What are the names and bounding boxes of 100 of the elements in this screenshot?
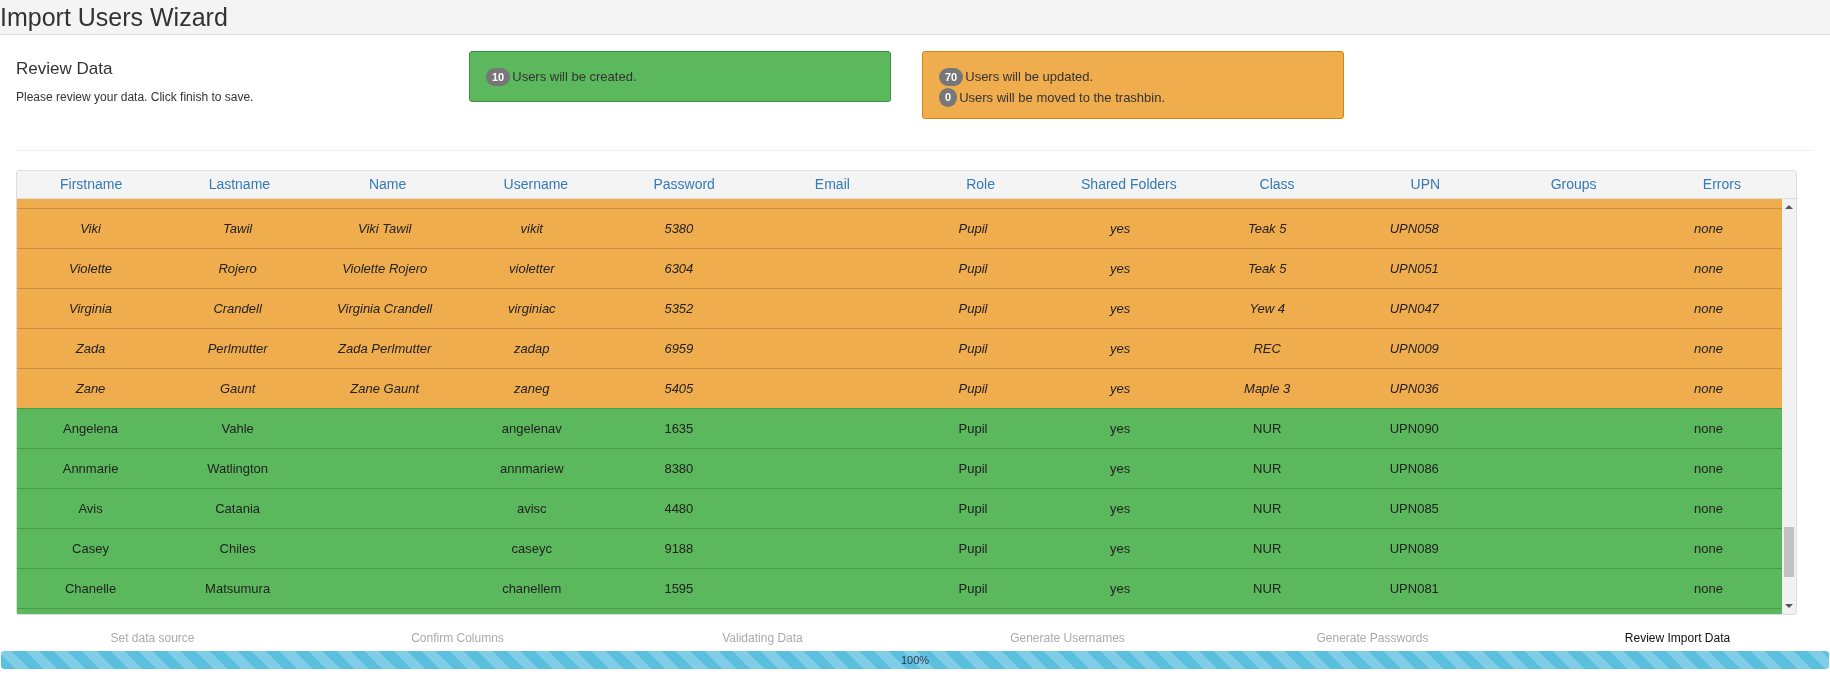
table-cell-text: UPN085: [1389, 499, 1439, 518]
table-cell-text: 5405: [664, 379, 694, 398]
table-cell-text: 1595: [664, 579, 694, 598]
table-cell-text: 1635: [664, 419, 694, 438]
section-title: Review Data: [16, 58, 114, 80]
table-cell-text: 6959: [664, 339, 694, 358]
table-cell-text: Virginia: [68, 299, 113, 318]
table-cell-text: 9188: [664, 539, 694, 558]
table-cell-text: angelenav: [501, 419, 562, 438]
column-header: Password: [653, 175, 715, 194]
table-cell-text: none: [1694, 339, 1723, 358]
table-cell-text: Teak 5: [1247, 219, 1287, 238]
table-cell-text: 4480: [664, 499, 694, 518]
table-cell-text: none: [1694, 539, 1723, 558]
table-cell-text: Pupil: [958, 419, 988, 438]
table-cell-text: Yew 4: [1249, 299, 1285, 318]
table-cell-text: UPN081: [1389, 579, 1439, 598]
column-header: UPN: [1410, 175, 1441, 194]
table-cell-text: avisc: [516, 499, 547, 518]
table-cell-text: Zada Perlmutter: [338, 339, 432, 358]
table-cell-text: 6304: [664, 259, 694, 278]
column-header: Firstname: [60, 175, 123, 194]
progress-label: 100%: [900, 652, 930, 668]
table-cell-text: Pupil: [958, 499, 988, 518]
table-cell-text: UPN047: [1389, 299, 1439, 318]
table-cell-text: Catania: [215, 499, 260, 518]
table-cell-text: Crandell: [213, 299, 262, 318]
table-cell-text: Vahle: [221, 419, 254, 438]
table-cell-text: REC: [1253, 339, 1281, 358]
table-cell-text: UPN009: [1389, 339, 1439, 358]
count-badge: 0: [939, 88, 958, 107]
scrollbar[interactable]: [1782, 199, 1796, 614]
table-cell-text: yes: [1110, 579, 1131, 598]
wizard-step[interactable]: Set data source: [110, 629, 195, 647]
scroll-down-icon[interactable]: [1785, 604, 1793, 608]
column-header: Groups: [1550, 175, 1597, 194]
table-cell-text: NUR: [1253, 419, 1282, 438]
table-cell-text: Zada: [75, 339, 106, 358]
table-cell-text: UPN036: [1389, 379, 1439, 398]
wizard-step[interactable]: Review Import Data: [1624, 629, 1731, 647]
table-cell-text: Pupil: [958, 219, 988, 238]
wizard-step[interactable]: Validating Data: [722, 629, 803, 647]
table-cell-text: UPN089: [1389, 539, 1439, 558]
wizard-step[interactable]: Confirm Columns: [411, 629, 504, 647]
table-cell-text: zaneg: [514, 379, 550, 398]
table-cell-text: yes: [1110, 419, 1131, 438]
table-cell-text: NUR: [1253, 579, 1282, 598]
scroll-up-icon[interactable]: [1785, 205, 1793, 209]
wizard-step[interactable]: Generate Usernames: [1010, 629, 1125, 647]
table-cell-text: NUR: [1253, 539, 1282, 558]
column-header: Lastname: [208, 175, 271, 194]
alert-text: Users will be created.: [512, 68, 637, 86]
table-cell-text: none: [1694, 299, 1723, 318]
table-cell-text: Pupil: [958, 259, 988, 278]
table-cell-text: Pupil: [958, 379, 988, 398]
table-cell-text: NUR: [1253, 459, 1282, 478]
table-cell-text: Violette: [68, 259, 113, 278]
table-cell-text: Rojero: [218, 259, 257, 278]
table-cell-text: 5352: [664, 299, 694, 318]
table-cell-text: none: [1694, 499, 1723, 518]
table-cell-text: Virginia Crandell: [337, 299, 433, 318]
table-cell-text: Perlmutter: [207, 339, 268, 358]
table-cell-text: Pupil: [958, 299, 988, 318]
table-cell-text: Annmarie: [62, 459, 119, 478]
table-cell-text: zadap: [514, 339, 550, 358]
table-cell-text: Avis: [78, 499, 103, 518]
table-cell-text: none: [1694, 219, 1723, 238]
table-cell-text: yes: [1110, 339, 1131, 358]
table-cell-text: Chanelle: [64, 579, 117, 598]
table-cell-text: Chiles: [219, 539, 256, 558]
table-cell-text: Maple 3: [1244, 379, 1291, 398]
table-cell-text: yes: [1110, 219, 1131, 238]
column-header: Class: [1259, 175, 1295, 194]
table-cell-text: chanellem: [502, 579, 562, 598]
table-cell-text: yes: [1110, 539, 1131, 558]
column-header: Shared Folders: [1081, 175, 1177, 194]
scroll-thumb[interactable]: [1784, 527, 1794, 577]
alert-text: Users will be moved to the trashbin.: [959, 88, 1166, 107]
table-cell-text: Viki Tawil: [357, 219, 412, 238]
table-cell-text: yes: [1110, 379, 1131, 398]
section-subtitle: Please review your data. Click finish to save.: [16, 88, 255, 106]
wizard-step[interactable]: Generate Passwords: [1316, 629, 1429, 647]
table-cell-text: UPN058: [1389, 219, 1439, 238]
table-cell-text: Gaunt: [219, 379, 256, 398]
table-cell-text: yes: [1110, 259, 1131, 278]
table-cell-text: NUR: [1253, 499, 1282, 518]
column-header: Name: [368, 175, 407, 194]
table-cell-text: Watlington: [207, 459, 269, 478]
count-badge: 10: [486, 67, 511, 86]
table-cell-text: Violette Rojero: [342, 259, 428, 278]
table-cell-text: Zane: [75, 379, 106, 398]
column-header: Email: [814, 175, 850, 194]
table-cell-text: none: [1694, 419, 1723, 438]
table-cell-text: Teak 5: [1247, 259, 1287, 278]
table-cell-text: virginiac: [507, 299, 556, 318]
table-cell-text: Pupil: [958, 339, 988, 358]
table-cell-text: violetter: [509, 259, 555, 278]
table-cell-text: none: [1694, 259, 1723, 278]
table-cell-text: Pupil: [958, 539, 988, 558]
table-cell-text: Viki: [80, 219, 101, 238]
